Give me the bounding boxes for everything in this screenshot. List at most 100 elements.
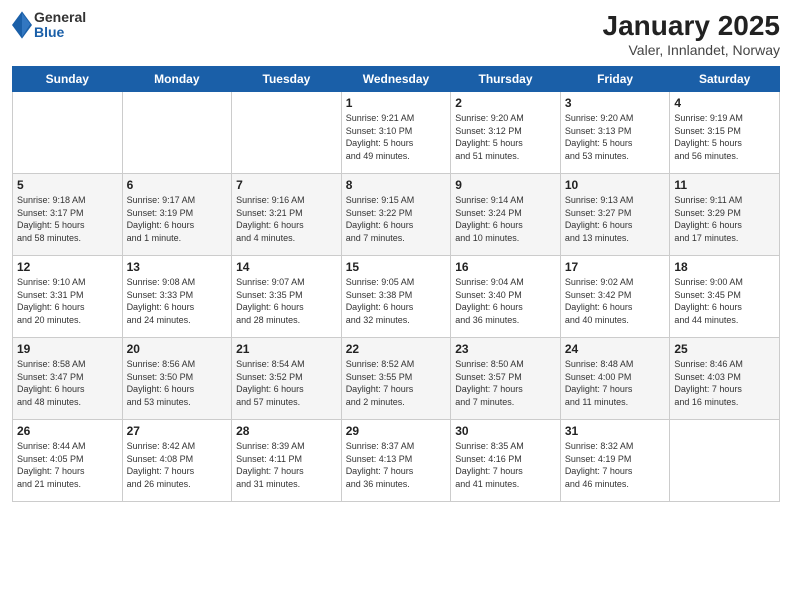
calendar-header-wednesday: Wednesday <box>341 67 451 92</box>
day-info: Sunrise: 8:54 AM Sunset: 3:52 PM Dayligh… <box>236 358 337 408</box>
day-info: Sunrise: 9:14 AM Sunset: 3:24 PM Dayligh… <box>455 194 556 244</box>
calendar-cell <box>13 92 123 174</box>
logo-icon <box>12 11 32 39</box>
day-info: Sunrise: 9:02 AM Sunset: 3:42 PM Dayligh… <box>565 276 666 326</box>
day-number: 21 <box>236 342 337 356</box>
calendar-cell: 30 Sunrise: 8:35 AM Sunset: 4:16 PM Dayli… <box>451 420 561 502</box>
calendar-cell: 11 Sunrise: 9:11 AM Sunset: 3:29 PM Dayli… <box>670 174 780 256</box>
day-number: 18 <box>674 260 775 274</box>
day-info: Sunrise: 9:08 AM Sunset: 3:33 PM Dayligh… <box>127 276 228 326</box>
day-number: 25 <box>674 342 775 356</box>
calendar-week-row: 1Sunrise: 9:21 AM Sunset: 3:10 PM Daylig… <box>13 92 780 174</box>
day-number: 3 <box>565 96 666 110</box>
page: General Blue January 2025 Valer, Innland… <box>0 0 792 612</box>
calendar-cell: 7Sunrise: 9:16 AM Sunset: 3:21 PM Daylig… <box>232 174 342 256</box>
day-number: 22 <box>346 342 447 356</box>
calendar-cell: 28 Sunrise: 8:39 AM Sunset: 4:11 PM Dayli… <box>232 420 342 502</box>
day-info: Sunrise: 8:46 AM Sunset: 4:03 PM Dayligh… <box>674 358 775 408</box>
day-info: Sunrise: 8:56 AM Sunset: 3:50 PM Dayligh… <box>127 358 228 408</box>
calendar-week-row: 12Sunrise: 9:10 AM Sunset: 3:31 PM Dayli… <box>13 256 780 338</box>
logo: General Blue <box>12 10 86 41</box>
calendar-header-thursday: Thursday <box>451 67 561 92</box>
calendar-cell: 18 Sunrise: 9:00 AM Sunset: 3:45 PM Dayli… <box>670 256 780 338</box>
header: General Blue January 2025 Valer, Innland… <box>12 10 780 58</box>
day-info: Sunrise: 9:17 AM Sunset: 3:19 PM Dayligh… <box>127 194 228 244</box>
day-info: Sunrise: 9:10 AM Sunset: 3:31 PM Dayligh… <box>17 276 118 326</box>
calendar-cell: 16 Sunrise: 9:04 AM Sunset: 3:40 PM Dayli… <box>451 256 561 338</box>
day-info: Sunrise: 9:04 AM Sunset: 3:40 PM Dayligh… <box>455 276 556 326</box>
calendar-cell: 26Sunrise: 8:44 AM Sunset: 4:05 PM Dayli… <box>13 420 123 502</box>
calendar-header-tuesday: Tuesday <box>232 67 342 92</box>
calendar-week-row: 26Sunrise: 8:44 AM Sunset: 4:05 PM Dayli… <box>13 420 780 502</box>
day-info: Sunrise: 8:44 AM Sunset: 4:05 PM Dayligh… <box>17 440 118 490</box>
day-info: Sunrise: 8:58 AM Sunset: 3:47 PM Dayligh… <box>17 358 118 408</box>
day-info: Sunrise: 8:48 AM Sunset: 4:00 PM Dayligh… <box>565 358 666 408</box>
calendar-cell: 29Sunrise: 8:37 AM Sunset: 4:13 PM Dayli… <box>341 420 451 502</box>
calendar-cell: 22Sunrise: 8:52 AM Sunset: 3:55 PM Dayli… <box>341 338 451 420</box>
day-number: 14 <box>236 260 337 274</box>
day-number: 29 <box>346 424 447 438</box>
page-title: January 2025 <box>603 10 780 42</box>
day-number: 9 <box>455 178 556 192</box>
calendar-cell: 13 Sunrise: 9:08 AM Sunset: 3:33 PM Dayli… <box>122 256 232 338</box>
day-info: Sunrise: 8:42 AM Sunset: 4:08 PM Dayligh… <box>127 440 228 490</box>
day-number: 30 <box>455 424 556 438</box>
calendar-cell: 25 Sunrise: 8:46 AM Sunset: 4:03 PM Dayli… <box>670 338 780 420</box>
calendar-header-row: SundayMondayTuesdayWednesdayThursdayFrid… <box>13 67 780 92</box>
calendar-cell: 10Sunrise: 9:13 AM Sunset: 3:27 PM Dayli… <box>560 174 670 256</box>
day-number: 7 <box>236 178 337 192</box>
day-info: Sunrise: 8:35 AM Sunset: 4:16 PM Dayligh… <box>455 440 556 490</box>
day-number: 1 <box>346 96 447 110</box>
calendar-cell: 5 Sunrise: 9:18 AM Sunset: 3:17 PM Daylig… <box>13 174 123 256</box>
day-number: 24 <box>565 342 666 356</box>
day-info: Sunrise: 8:50 AM Sunset: 3:57 PM Dayligh… <box>455 358 556 408</box>
calendar-cell <box>232 92 342 174</box>
calendar-week-row: 19 Sunrise: 8:58 AM Sunset: 3:47 PM Dayli… <box>13 338 780 420</box>
day-info: Sunrise: 9:00 AM Sunset: 3:45 PM Dayligh… <box>674 276 775 326</box>
calendar-cell: 23 Sunrise: 8:50 AM Sunset: 3:57 PM Dayli… <box>451 338 561 420</box>
day-info: Sunrise: 9:18 AM Sunset: 3:17 PM Dayligh… <box>17 194 118 244</box>
day-number: 11 <box>674 178 775 192</box>
day-number: 13 <box>127 260 228 274</box>
calendar-cell: 14Sunrise: 9:07 AM Sunset: 3:35 PM Dayli… <box>232 256 342 338</box>
calendar-cell: 3Sunrise: 9:20 AM Sunset: 3:13 PM Daylig… <box>560 92 670 174</box>
day-number: 16 <box>455 260 556 274</box>
day-number: 15 <box>346 260 447 274</box>
calendar-cell: 17 Sunrise: 9:02 AM Sunset: 3:42 PM Dayli… <box>560 256 670 338</box>
logo-text: General Blue <box>34 10 86 41</box>
day-info: Sunrise: 9:11 AM Sunset: 3:29 PM Dayligh… <box>674 194 775 244</box>
day-number: 23 <box>455 342 556 356</box>
calendar-header-saturday: Saturday <box>670 67 780 92</box>
calendar-cell: 27 Sunrise: 8:42 AM Sunset: 4:08 PM Dayli… <box>122 420 232 502</box>
calendar-header-friday: Friday <box>560 67 670 92</box>
calendar-cell <box>122 92 232 174</box>
day-number: 28 <box>236 424 337 438</box>
calendar-cell: 8 Sunrise: 9:15 AM Sunset: 3:22 PM Daylig… <box>341 174 451 256</box>
day-number: 17 <box>565 260 666 274</box>
day-number: 31 <box>565 424 666 438</box>
day-info: Sunrise: 9:19 AM Sunset: 3:15 PM Dayligh… <box>674 112 775 162</box>
calendar-cell <box>670 420 780 502</box>
day-info: Sunrise: 8:39 AM Sunset: 4:11 PM Dayligh… <box>236 440 337 490</box>
day-number: 27 <box>127 424 228 438</box>
day-number: 8 <box>346 178 447 192</box>
logo-blue-text: Blue <box>34 25 86 40</box>
day-number: 5 <box>17 178 118 192</box>
day-info: Sunrise: 9:20 AM Sunset: 3:12 PM Dayligh… <box>455 112 556 162</box>
day-number: 20 <box>127 342 228 356</box>
title-block: January 2025 Valer, Innlandet, Norway <box>603 10 780 58</box>
calendar-header-monday: Monday <box>122 67 232 92</box>
day-number: 19 <box>17 342 118 356</box>
logo-general-text: General <box>34 10 86 25</box>
day-info: Sunrise: 9:15 AM Sunset: 3:22 PM Dayligh… <box>346 194 447 244</box>
calendar-cell: 1Sunrise: 9:21 AM Sunset: 3:10 PM Daylig… <box>341 92 451 174</box>
calendar-header-sunday: Sunday <box>13 67 123 92</box>
calendar-cell: 6Sunrise: 9:17 AM Sunset: 3:19 PM Daylig… <box>122 174 232 256</box>
calendar-cell: 15Sunrise: 9:05 AM Sunset: 3:38 PM Dayli… <box>341 256 451 338</box>
calendar-week-row: 5 Sunrise: 9:18 AM Sunset: 3:17 PM Daylig… <box>13 174 780 256</box>
calendar-cell: 9 Sunrise: 9:14 AM Sunset: 3:24 PM Daylig… <box>451 174 561 256</box>
calendar-cell: 2 Sunrise: 9:20 AM Sunset: 3:12 PM Daylig… <box>451 92 561 174</box>
page-subtitle: Valer, Innlandet, Norway <box>603 42 780 58</box>
day-number: 2 <box>455 96 556 110</box>
calendar-cell: 21 Sunrise: 8:54 AM Sunset: 3:52 PM Dayli… <box>232 338 342 420</box>
